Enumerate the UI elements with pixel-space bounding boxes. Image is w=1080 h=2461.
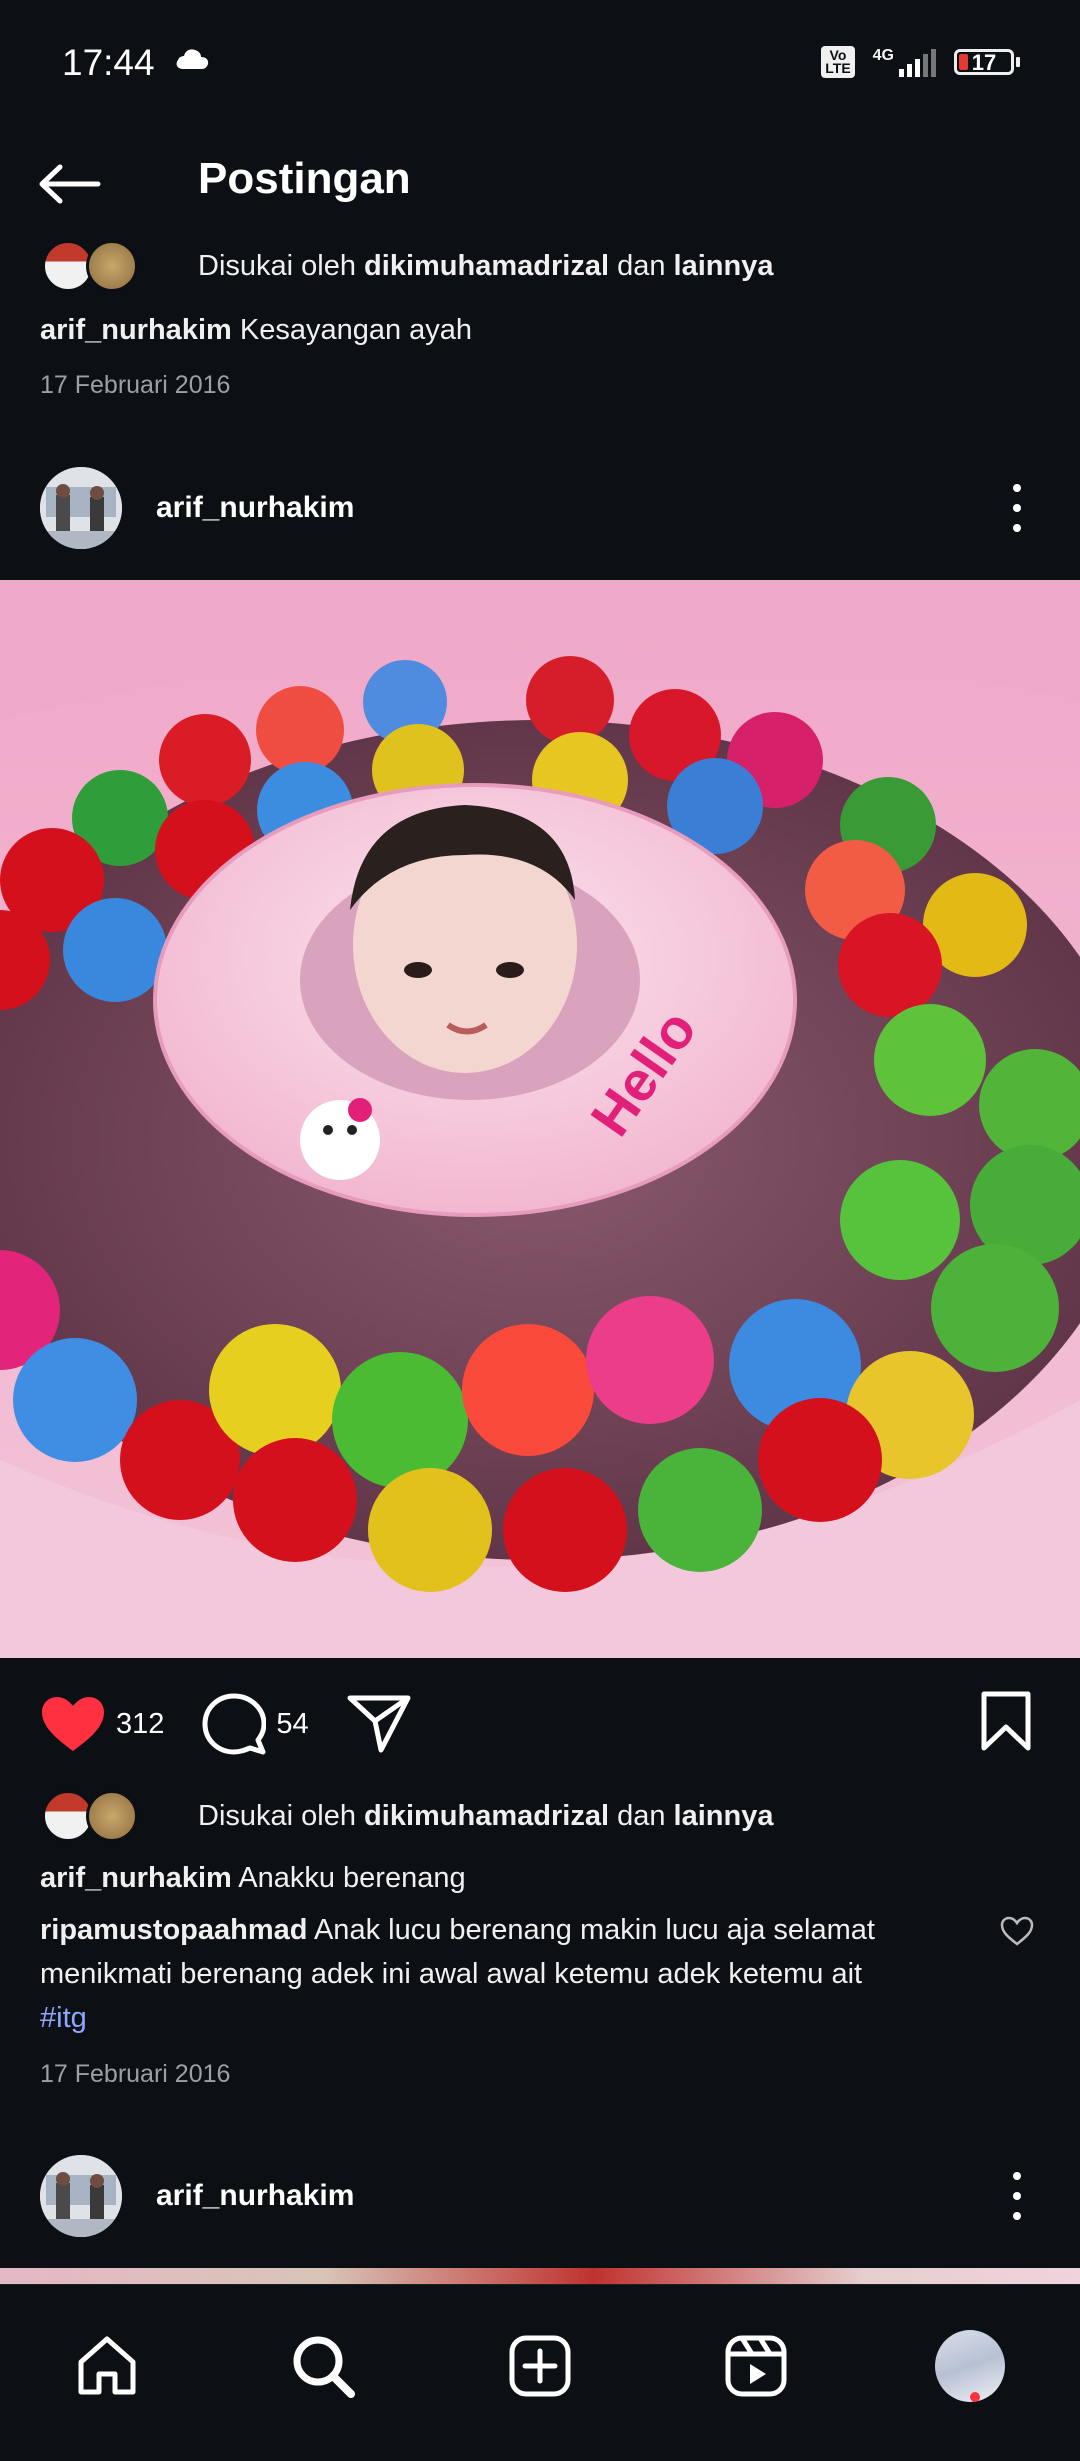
likes-count[interactable]: 312 <box>116 1708 164 1741</box>
comment-like-button[interactable] <box>1000 1916 1034 1951</box>
post-actions: 312 54 <box>40 1690 1040 1758</box>
heart-outline-icon <box>1000 1916 1034 1946</box>
nav-create[interactable] <box>505 2331 575 2401</box>
caption-username[interactable]: arif_nurhakim <box>40 1862 232 1894</box>
nav-reels[interactable] <box>721 2331 791 2401</box>
avatar[interactable] <box>40 2155 122 2237</box>
network-type: 4G <box>872 47 894 64</box>
comment: ripamustopaahmad Anak lucu berenang maki… <box>40 1908 980 2040</box>
clock: 17:44 <box>62 42 155 83</box>
caption-username[interactable]: arif_nurhakim <box>40 314 232 346</box>
back-button[interactable] <box>38 154 114 214</box>
notification-dot <box>970 2392 980 2402</box>
system-icons: Vo LTE 4G 17 <box>821 46 1020 78</box>
save-button[interactable] <box>980 1690 1032 1757</box>
liked-by-and: dan <box>617 249 666 282</box>
page-title: Postingan <box>198 154 411 203</box>
create-icon <box>509 2335 571 2397</box>
caption-text: Kesayangan ayah <box>239 314 473 346</box>
liked-by-prefix: Disukai oleh <box>198 249 356 282</box>
avatar <box>86 240 138 292</box>
send-icon <box>347 1695 411 1753</box>
battery-icon: 17 <box>954 49 1020 75</box>
post-header: arif_nurhakim <box>40 466 1040 550</box>
bottom-navigation <box>0 2284 1080 2461</box>
post-username[interactable]: arif_nurhakim <box>156 2179 354 2213</box>
arrow-left-icon <box>39 164 101 204</box>
profile-avatar <box>935 2330 1005 2402</box>
share-button[interactable] <box>347 1694 411 1754</box>
nav-profile[interactable] <box>935 2330 1005 2402</box>
comment-icon <box>202 1693 267 1755</box>
hashtag-link[interactable]: #itg <box>40 2002 87 2034</box>
avatar <box>86 1790 138 1842</box>
search-icon <box>293 2336 355 2398</box>
post-header: arif_nurhakim <box>40 2154 1040 2238</box>
post-date: 17 Februari 2016 <box>40 2060 231 2088</box>
comment-username[interactable]: ripamustopaahmad <box>40 1914 308 1946</box>
cloud-icon <box>175 48 209 75</box>
liker-avatars <box>42 240 140 292</box>
bookmark-icon <box>981 1691 1031 1751</box>
volte-badge: Vo LTE <box>821 46 855 78</box>
home-icon <box>78 2336 136 2395</box>
post-date: 17 Februari 2016 <box>40 371 231 399</box>
liked-by-row[interactable]: Disukai oleh dikimuhamadrizal dan lainny… <box>42 1790 774 1842</box>
post-image[interactable]: Hello <box>0 580 1080 1658</box>
like-button[interactable] <box>40 1695 106 1753</box>
liked-by-prefix: Disukai oleh <box>198 1799 356 1832</box>
nav-home[interactable] <box>72 2331 142 2401</box>
liked-by-row[interactable]: Disukai oleh dikimuhamadrizal dan lainny… <box>42 240 774 292</box>
comments-count[interactable]: 54 <box>276 1708 308 1741</box>
liker-avatars <box>42 1790 140 1842</box>
liked-by-others[interactable]: lainnya <box>674 250 774 283</box>
post-image[interactable] <box>0 2268 1080 2284</box>
liked-by-others[interactable]: lainnya <box>674 1800 774 1833</box>
more-options-button[interactable] <box>1010 2172 1024 2220</box>
signal-icon: 4G <box>873 47 936 77</box>
post-caption: arif_nurhakim Kesayangan ayah <box>40 314 472 347</box>
comment-button[interactable] <box>202 1693 267 1755</box>
heart-icon <box>42 1697 104 1751</box>
post-caption: arif_nurhakim Anakku berenang <box>40 1862 466 1895</box>
battery-level: 17 <box>971 50 997 75</box>
more-options-button[interactable] <box>1010 484 1024 532</box>
liked-by-user[interactable]: dikimuhamadrizal <box>364 250 609 283</box>
caption-text: Anakku berenang <box>238 1862 466 1894</box>
liked-by-and: dan <box>617 1799 666 1832</box>
post-username[interactable]: arif_nurhakim <box>156 491 354 525</box>
avatar[interactable] <box>40 467 122 549</box>
nav-search[interactable] <box>288 2331 358 2401</box>
reels-icon <box>725 2335 787 2397</box>
status-bar: 17:44 Vo LTE 4G 17 <box>0 0 1080 130</box>
liked-by-user[interactable]: dikimuhamadrizal <box>364 1800 609 1833</box>
